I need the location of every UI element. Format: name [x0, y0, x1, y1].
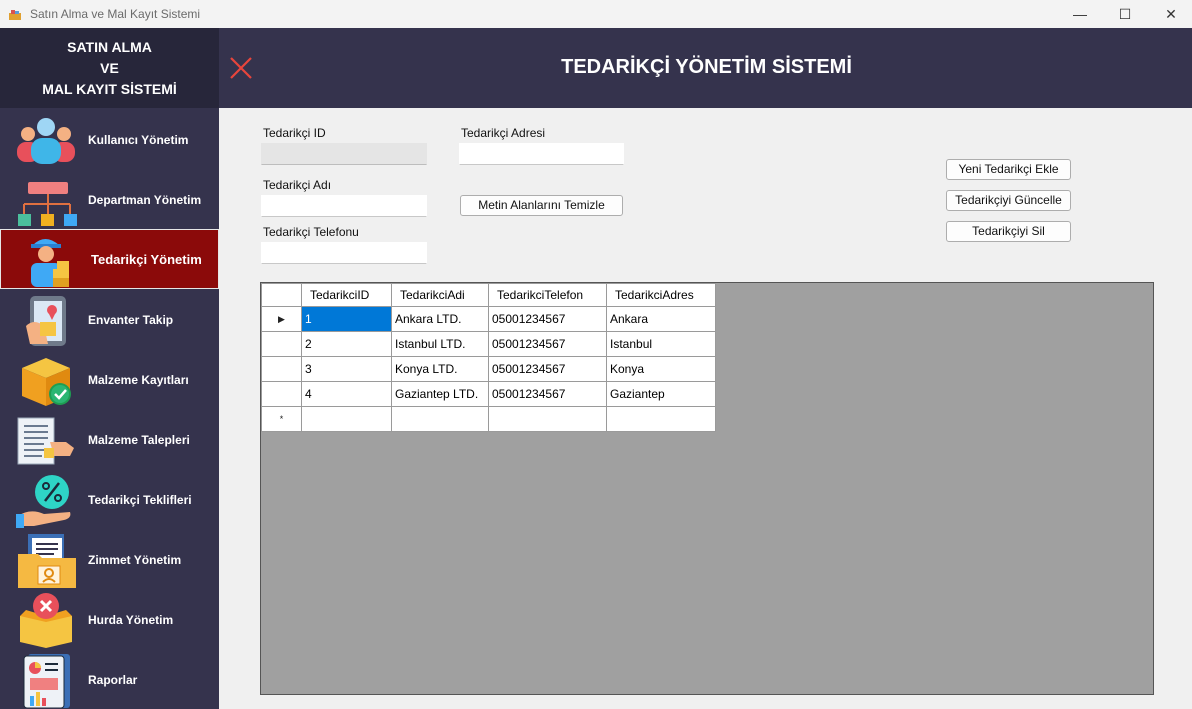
sidebar-item-label: Raporlar	[88, 673, 138, 687]
table-cell[interactable]: 05001234567	[488, 306, 607, 332]
percent-hand-icon	[14, 472, 78, 528]
table-row[interactable]: 2 Istanbul LTD. 05001234567 Istanbul	[261, 331, 716, 357]
table-cell[interactable]: 05001234567	[488, 381, 607, 407]
sidebar-item-label: Departman Yönetim	[88, 193, 202, 207]
sidebar-item-departman[interactable]: Departman Yönetim	[0, 170, 219, 230]
supplier-id-label: Tedarikçi ID	[263, 126, 326, 140]
map-phone-icon	[14, 292, 78, 348]
table-cell[interactable]: 1	[301, 306, 392, 332]
supplier-name-field[interactable]	[261, 195, 427, 217]
table-cell[interactable]: Konya LTD.	[391, 356, 489, 382]
supplier-name-label: Tedarikçi Adı	[263, 178, 332, 192]
page-title: TEDARİKÇİ YÖNETİM SİSTEMİ	[561, 56, 852, 78]
folder-id-icon	[14, 532, 78, 588]
sidebar-item-envanter[interactable]: Envanter Takip	[0, 290, 219, 350]
new-row-indicator-icon[interactable]: *	[261, 406, 302, 432]
sidebar-item-label: Kullanıcı Yönetim	[88, 133, 189, 147]
table-cell[interactable]: Ankara	[606, 306, 716, 332]
sidebar-item-label: Envanter Takip	[88, 313, 174, 327]
table-header-row: TedarikciID TedarikciAdi TedarikciTelefo…	[261, 283, 716, 307]
minimize-button[interactable]: —	[1057, 0, 1103, 28]
table-cell[interactable]: Gaziantep LTD.	[391, 381, 489, 407]
box-x-icon	[14, 592, 78, 648]
supplier-address-field[interactable]	[459, 143, 624, 165]
table-cell[interactable]: Istanbul	[606, 331, 716, 357]
table-cell[interactable]: 05001234567	[488, 356, 607, 382]
org-chart-icon	[14, 172, 78, 228]
sidebar-item-label: Malzeme Kayıtları	[88, 373, 189, 387]
courier-icon	[15, 231, 79, 287]
supplier-table: TedarikciID TedarikciAdi TedarikciTelefo…	[261, 283, 716, 432]
supplier-phone-field[interactable]	[261, 242, 427, 264]
supplier-id-field[interactable]	[261, 143, 427, 165]
sidebar-item-malzeme-talep[interactable]: Malzeme Talepleri	[0, 410, 219, 470]
update-supplier-button[interactable]: Tedarikçiyi Güncelle	[946, 190, 1071, 211]
column-header-name[interactable]: TedarikciAdi	[391, 283, 489, 307]
sidebar-item-label: Hurda Yönetim	[88, 613, 174, 627]
sidebar-item-label: Tedarikçi Teklifleri	[88, 493, 192, 507]
delete-supplier-button[interactable]: Tedarikçiyi Sil	[946, 221, 1071, 242]
app-icon	[8, 8, 22, 20]
sidebar-item-label: Tedarikçi Yönetim	[91, 251, 202, 267]
table-cell[interactable]: Ankara LTD.	[391, 306, 489, 332]
table-row[interactable]: ▶ 1 Ankara LTD. 05001234567 Ankara	[261, 306, 716, 332]
table-cell[interactable]	[301, 406, 392, 432]
table-row[interactable]: 3 Konya LTD. 05001234567 Konya	[261, 356, 716, 382]
clear-fields-button[interactable]: Metin Alanlarını Temizle	[460, 195, 623, 216]
document-hand-icon	[14, 412, 78, 468]
supplier-phone-label: Tedarikçi Telefonu	[263, 225, 359, 239]
table-cell[interactable]: Gaziantep	[606, 381, 716, 407]
table-cell[interactable]: Konya	[606, 356, 716, 382]
users-icon	[14, 112, 78, 168]
sidebar: SATIN ALMA VE MAL KAYIT SİSTEMİ Kullanıc…	[0, 28, 219, 709]
sidebar-item-label: Zimmet Yönetim	[88, 553, 182, 567]
report-icon	[14, 652, 78, 709]
brand-line-1: SATIN ALMA	[67, 39, 152, 55]
current-row-indicator-icon[interactable]: ▶	[261, 306, 302, 332]
sidebar-item-malzeme-kayit[interactable]: Malzeme Kayıtları	[0, 350, 219, 410]
row-header[interactable]	[261, 381, 302, 407]
page-header: TEDARİKÇİ YÖNETİM SİSTEMİ	[219, 28, 1192, 108]
sidebar-item-tedarikci-teklif[interactable]: Tedarikçi Teklifleri	[0, 470, 219, 530]
add-supplier-button[interactable]: Yeni Tedarikçi Ekle	[946, 159, 1071, 180]
column-header-address[interactable]: TedarikciAdres	[606, 283, 716, 307]
supplier-grid[interactable]: TedarikciID TedarikciAdi TedarikciTelefo…	[260, 282, 1154, 695]
supplier-address-label: Tedarikçi Adresi	[461, 126, 546, 140]
column-header-phone[interactable]: TedarikciTelefon	[488, 283, 607, 307]
brand-line-3: MAL KAYIT SİSTEMİ	[42, 81, 177, 97]
new-row[interactable]: *	[261, 406, 716, 432]
sidebar-item-tedarikci[interactable]: Tedarikçi Yönetim	[0, 229, 219, 289]
close-window-button[interactable]: ✕	[1148, 0, 1192, 28]
sidebar-item-raporlar[interactable]: Raporlar	[0, 650, 219, 709]
window-title: Satın Alma ve Mal Kayıt Sistemi	[30, 7, 201, 21]
app-window: Satın Alma ve Mal Kayıt Sistemi — ☐ ✕ SA…	[0, 0, 1192, 709]
title-bar: Satın Alma ve Mal Kayıt Sistemi — ☐ ✕	[0, 0, 1192, 28]
table-cell[interactable]: 3	[301, 356, 392, 382]
table-cell[interactable]: Istanbul LTD.	[391, 331, 489, 357]
table-cell[interactable]: 05001234567	[488, 331, 607, 357]
sidebar-item-kullanici[interactable]: Kullanıcı Yönetim	[0, 110, 219, 170]
table-cell[interactable]: 2	[301, 331, 392, 357]
brand-title: SATIN ALMA VE MAL KAYIT SİSTEMİ	[0, 28, 219, 108]
row-header-corner[interactable]	[261, 283, 302, 307]
maximize-button[interactable]: ☐	[1102, 0, 1148, 28]
brand-line-2: VE	[100, 60, 119, 76]
column-header-id[interactable]: TedarikciID	[301, 283, 392, 307]
box-check-icon	[14, 352, 78, 408]
table-cell[interactable]	[488, 406, 607, 432]
table-cell[interactable]: 4	[301, 381, 392, 407]
table-cell[interactable]	[606, 406, 716, 432]
row-header[interactable]	[261, 356, 302, 382]
row-header[interactable]	[261, 331, 302, 357]
sidebar-item-label: Malzeme Talepleri	[88, 433, 190, 447]
table-cell[interactable]	[391, 406, 489, 432]
sidebar-item-zimmet[interactable]: Zimmet Yönetim	[0, 530, 219, 590]
table-row[interactable]: 4 Gaziantep LTD. 05001234567 Gaziantep	[261, 381, 716, 407]
sidebar-item-hurda[interactable]: Hurda Yönetim	[0, 590, 219, 650]
